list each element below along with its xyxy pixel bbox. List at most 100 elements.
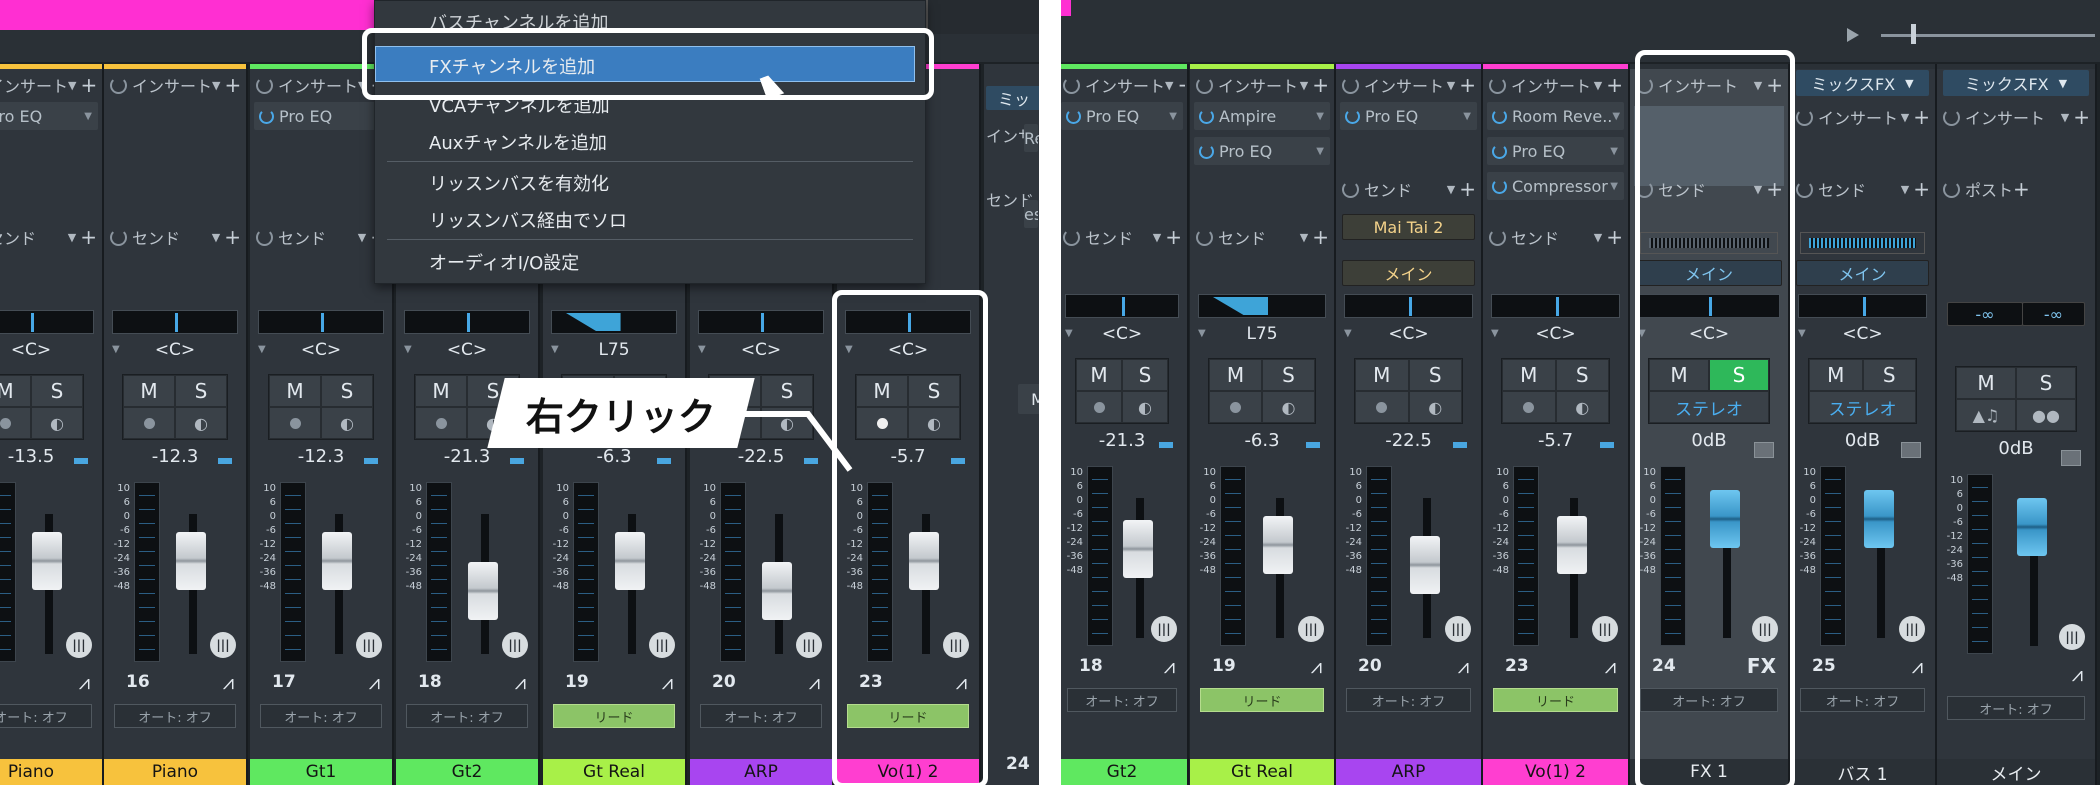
volume-fader[interactable]: [1263, 516, 1293, 574]
power-icon[interactable]: [256, 228, 273, 246]
channel-mode-icon[interactable]: |||: [1151, 616, 1177, 642]
add-icon[interactable]: +: [1606, 73, 1623, 97]
automation-button[interactable]: リード: [553, 704, 675, 728]
power-icon[interactable]: [1492, 143, 1507, 159]
channel-name[interactable]: Gt1: [250, 759, 392, 785]
add-icon[interactable]: +: [2073, 105, 2090, 129]
automation-button[interactable]: リード: [1200, 688, 1324, 712]
play-icon[interactable]: [1847, 28, 1859, 42]
chevron-down-icon[interactable]: ▼: [1165, 79, 1173, 92]
mute-button[interactable]: M: [1809, 359, 1863, 391]
power-icon[interactable]: [1492, 178, 1507, 194]
mute-button[interactable]: M: [1502, 359, 1556, 391]
output-button[interactable]: メイン: [1342, 260, 1475, 286]
menu-item-solo-listen[interactable]: リッスンバス経由でソロ: [429, 207, 627, 233]
volume-fader[interactable]: [176, 532, 206, 590]
add-icon[interactable]: +: [1312, 225, 1329, 249]
channel-mode-icon[interactable]: |||: [66, 632, 92, 658]
add-icon[interactable]: +: [1177, 73, 1185, 97]
pan-slider[interactable]: [1198, 294, 1326, 318]
channel-mode-icon[interactable]: |||: [1592, 616, 1618, 642]
power-icon[interactable]: [1796, 108, 1813, 126]
add-icon[interactable]: +: [1606, 225, 1623, 249]
output-button[interactable]: メイン: [1796, 260, 1929, 286]
pan-slider[interactable]: [551, 310, 677, 334]
send-header[interactable]: センド▼+: [252, 224, 390, 250]
volume-fader[interactable]: [1409, 536, 1440, 594]
chevron-down-icon[interactable]: ▼: [1610, 181, 1618, 192]
power-icon[interactable]: [1199, 143, 1214, 159]
zoom-slider-thumb[interactable]: [1911, 24, 1916, 44]
automation-button[interactable]: オート: オフ: [260, 704, 382, 728]
volume-fader[interactable]: [468, 562, 498, 620]
channel-name[interactable]: Piano: [0, 759, 102, 785]
channel-mode-icon[interactable]: |||: [2059, 624, 2085, 650]
insert-slot[interactable]: Pro EQ ▼: [0, 102, 98, 130]
send-header[interactable]: センド▼+: [0, 224, 100, 250]
menu-item-add-aux[interactable]: Auxチャンネルを追加: [429, 129, 607, 155]
phase-icon[interactable]: ◐: [1262, 391, 1315, 423]
channel-name[interactable]: Gt2: [1061, 759, 1187, 785]
solo-button[interactable]: S: [321, 375, 373, 407]
automation-button[interactable]: リード: [1493, 688, 1618, 712]
send-header[interactable]: センド▼+: [1061, 224, 1185, 250]
menu-item-listen-bus[interactable]: リッスンバスを有効化: [429, 170, 609, 196]
solo-button[interactable]: S: [31, 375, 83, 407]
automation-button[interactable]: オート: オフ: [1346, 688, 1471, 712]
channel-mode-icon[interactable]: |||: [356, 632, 382, 658]
pan-slider[interactable]: [1491, 294, 1620, 318]
phase-icon[interactable]: ◐: [1555, 391, 1609, 423]
channel-name[interactable]: Vo(1) 2: [1483, 759, 1628, 785]
chevron-down-icon[interactable]: ▼: [1594, 231, 1602, 244]
channel-mode-icon[interactable]: |||: [1899, 616, 1925, 642]
mute-button[interactable]: M: [415, 375, 467, 407]
mute-button[interactable]: M: [1076, 359, 1122, 391]
chevron-down-icon[interactable]: ▼: [1610, 146, 1618, 157]
add-icon[interactable]: +: [80, 225, 97, 249]
insert-header[interactable]: インサート▼ +: [1192, 72, 1332, 98]
stereo-mode-button[interactable]: ステレオ: [1809, 391, 1916, 423]
send-header[interactable]: ポスト +: [1939, 176, 2093, 202]
mute-button[interactable]: M: [123, 375, 175, 407]
insert-slot[interactable]: Pro EQ ▼: [1194, 137, 1330, 165]
pan-slider[interactable]: [698, 310, 824, 334]
insert-slot[interactable]: Reve.: [1024, 124, 1038, 152]
add-icon[interactable]: +: [1913, 105, 1930, 129]
power-icon[interactable]: [1063, 76, 1080, 94]
chevron-down-icon[interactable]: ▼: [212, 79, 220, 92]
automation-button[interactable]: オート: オフ: [0, 704, 92, 728]
insert-slot[interactable]: essor: [1024, 200, 1038, 228]
monitor-button[interactable]: [123, 407, 175, 439]
power-icon[interactable]: [1199, 108, 1214, 124]
insert-slot[interactable]: Ampire ▼: [1194, 102, 1330, 130]
power-icon[interactable]: [110, 228, 127, 246]
menu-item-audio-io[interactable]: オーディオI/O設定: [429, 249, 579, 275]
volume-fader[interactable]: [2017, 498, 2047, 556]
insert-slot[interactable]: Compressor ▼: [1487, 172, 1624, 200]
channel-name[interactable]: メイン: [1937, 759, 2095, 785]
add-icon[interactable]: +: [1913, 177, 1930, 201]
power-icon[interactable]: [1196, 76, 1213, 94]
chevron-down-icon[interactable]: ▼: [84, 111, 92, 122]
automation-button[interactable]: オート: オフ: [1067, 688, 1177, 712]
phase-icon[interactable]: ◐: [1408, 391, 1462, 423]
volume-fader[interactable]: [1863, 490, 1894, 548]
chevron-down-icon[interactable]: ▼: [1153, 231, 1161, 244]
channel-mode-icon[interactable]: |||: [502, 632, 528, 658]
chevron-down-icon[interactable]: ▼: [1447, 183, 1455, 196]
insert-slot[interactable]: Pro EQ ▼: [1061, 102, 1183, 130]
mute-button[interactable]: M: [1355, 359, 1409, 391]
chevron-down-icon[interactable]: ▼: [1612, 111, 1620, 122]
monitor-button[interactable]: [1502, 391, 1556, 423]
channel-name[interactable]: Gt2: [396, 759, 538, 785]
power-icon[interactable]: [1489, 228, 1506, 246]
pan-slider[interactable]: [112, 310, 238, 334]
phase-icon[interactable]: ◐: [321, 407, 373, 439]
channel-mode-icon[interactable]: |||: [649, 632, 675, 658]
monitor-button[interactable]: [415, 407, 467, 439]
chevron-down-icon[interactable]: ▼: [1463, 111, 1471, 122]
send-header[interactable]: センド▼+: [1338, 176, 1479, 202]
chevron-down-icon[interactable]: ▼: [1594, 79, 1602, 92]
power-icon[interactable]: [256, 76, 273, 94]
insert-header[interactable]: インサート▼ +: [1061, 72, 1185, 98]
